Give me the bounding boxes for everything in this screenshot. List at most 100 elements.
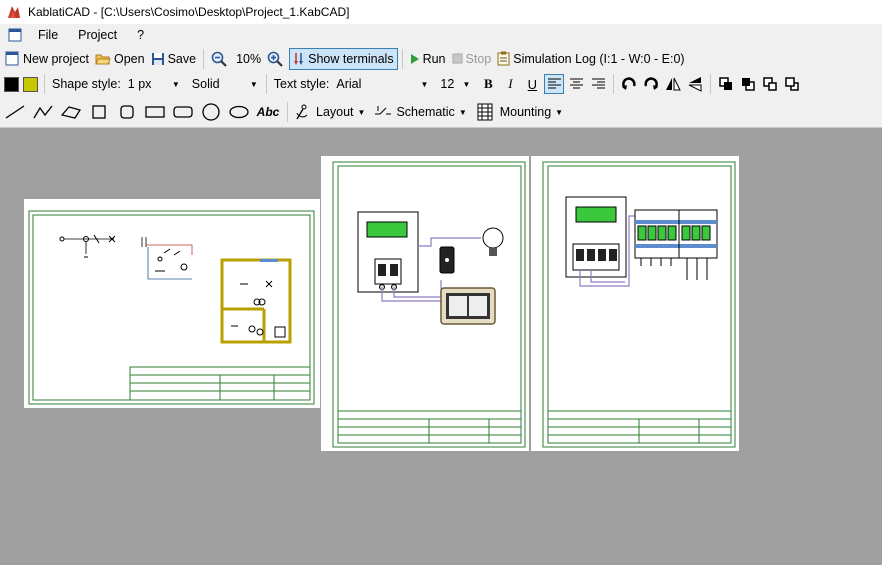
sheet-floor-plan[interactable] xyxy=(24,199,320,408)
bold-button[interactable]: B xyxy=(478,74,498,94)
chevron-down-icon: ▼ xyxy=(555,107,564,117)
align-right-icon xyxy=(591,78,605,89)
din-rail-icon xyxy=(477,103,493,121)
bring-to-front-button[interactable] xyxy=(716,74,736,94)
send-backward-button[interactable] xyxy=(782,74,802,94)
rectangle-icon xyxy=(145,106,165,118)
rectangle-tool[interactable] xyxy=(142,99,168,125)
zoom-out-button[interactable] xyxy=(208,48,233,70)
mounting-label: Mounting xyxy=(499,105,552,119)
align-center-button[interactable] xyxy=(566,74,586,94)
window-title: KablatiCAD - [C:\Users\Cosimo\Desktop\Pr… xyxy=(28,5,350,19)
rotate-left-button[interactable] xyxy=(619,74,639,94)
toolbar-separator xyxy=(203,48,205,69)
menu-file[interactable]: File xyxy=(28,24,68,46)
circle-tool[interactable] xyxy=(198,99,224,125)
layout-dropdown[interactable]: Layout ▼ xyxy=(292,101,368,123)
underline-button[interactable]: U xyxy=(522,74,542,94)
polyline-tool[interactable] xyxy=(30,99,56,125)
new-file-icon xyxy=(5,51,20,66)
switch-symbol-icon xyxy=(375,104,392,120)
open-button[interactable]: Open xyxy=(92,48,148,70)
zoom-out-icon xyxy=(211,51,227,67)
schematic-dropdown[interactable]: Schematic ▼ xyxy=(372,101,469,123)
toolbar-separator xyxy=(287,102,288,122)
simulation-log-label: Simulation Log (I:1 - W:0 - E:0) xyxy=(513,51,685,66)
flip-horizontal-icon xyxy=(666,77,682,91)
rounded-square-icon xyxy=(120,105,134,119)
save-button[interactable]: Save xyxy=(148,48,200,70)
chevron-down-icon: ▼ xyxy=(249,79,258,89)
text-tool[interactable]: Abc xyxy=(254,99,282,125)
new-project-label: New project xyxy=(23,51,89,66)
flip-horizontal-button[interactable] xyxy=(663,74,683,94)
square-icon xyxy=(92,105,106,119)
chevron-down-icon: ▼ xyxy=(357,107,366,117)
document-window-icon xyxy=(8,28,22,42)
drawing-canvas[interactable] xyxy=(0,128,882,565)
floppy-disk-icon xyxy=(151,52,165,66)
chevron-down-icon: ▼ xyxy=(171,79,180,89)
rounded-square-tool[interactable] xyxy=(114,99,140,125)
stop-button[interactable]: Stop xyxy=(449,48,495,70)
italic-button[interactable]: I xyxy=(500,74,520,94)
line-icon xyxy=(5,105,25,119)
main-toolbar: New project Open Save 10% Show terminals xyxy=(0,46,882,71)
menu-project[interactable]: Project xyxy=(68,24,127,46)
font-name-value: Arial xyxy=(336,77,362,91)
polygon-tool[interactable] xyxy=(58,99,84,125)
line-style-value: Solid xyxy=(191,77,220,91)
terminals-icon xyxy=(293,52,305,66)
rotate-right-button[interactable] xyxy=(641,74,661,94)
play-icon xyxy=(410,53,420,65)
toolbar-separator xyxy=(265,74,267,94)
align-right-button[interactable] xyxy=(588,74,608,94)
title-bar: KablatiCAD - [C:\Users\Cosimo\Desktop\Pr… xyxy=(0,0,882,24)
line-width-select[interactable]: 1 px ▼ xyxy=(123,74,184,94)
rounded-rectangle-tool[interactable] xyxy=(170,99,196,125)
simulation-log-button[interactable]: Simulation Log (I:1 - W:0 - E:0) xyxy=(494,48,687,70)
ellipse-icon xyxy=(229,105,249,119)
mounting-dropdown[interactable]: Mounting ▼ xyxy=(474,101,566,123)
ellipse-tool[interactable] xyxy=(226,99,252,125)
font-size-select[interactable]: 12 ▼ xyxy=(436,74,475,94)
show-terminals-button[interactable]: Show terminals xyxy=(289,47,398,70)
send-to-back-icon xyxy=(741,77,755,91)
sheet-wiring-layout[interactable] xyxy=(321,156,529,451)
wiring-layout-drawing xyxy=(332,161,526,448)
show-terminals-label: Show terminals xyxy=(308,51,394,66)
menu-help[interactable]: ? xyxy=(127,24,154,46)
menu-window-icon[interactable] xyxy=(0,24,28,46)
run-button[interactable]: Run xyxy=(407,48,449,70)
shape-style-label: Shape style: xyxy=(52,77,121,91)
folder-icon xyxy=(95,52,111,66)
flip-vertical-button[interactable] xyxy=(685,74,705,94)
bring-forward-icon xyxy=(763,76,777,91)
run-label: Run xyxy=(422,51,446,66)
square-tool[interactable] xyxy=(86,99,112,125)
stop-label: Stop xyxy=(465,51,492,66)
zoom-in-button[interactable] xyxy=(264,48,289,70)
font-name-select[interactable]: Arial ▼ xyxy=(332,74,433,94)
panel-mounting-drawing xyxy=(542,161,736,448)
sheet-panel-mounting[interactable] xyxy=(531,156,739,451)
layout-label: Layout xyxy=(316,105,354,119)
app-logo-icon xyxy=(8,6,20,18)
align-left-button[interactable] xyxy=(544,74,565,94)
polyline-icon xyxy=(33,105,53,119)
line-color-swatch[interactable] xyxy=(23,76,38,92)
polygon-icon xyxy=(61,106,81,119)
zoom-in-icon xyxy=(267,51,283,67)
align-center-icon xyxy=(569,78,583,89)
fill-color-swatch[interactable] xyxy=(4,76,19,92)
text-tool-label: Abc xyxy=(256,105,280,119)
new-project-button[interactable]: New project xyxy=(2,48,92,70)
toolbar-separator xyxy=(401,48,403,69)
circle-icon xyxy=(202,103,220,121)
send-backward-icon xyxy=(785,76,799,91)
bring-forward-button[interactable] xyxy=(760,74,780,94)
line-tool[interactable] xyxy=(2,99,28,125)
send-to-back-button[interactable] xyxy=(738,74,758,94)
line-style-select[interactable]: Solid ▼ xyxy=(187,74,262,94)
chevron-down-icon: ▼ xyxy=(420,79,429,89)
